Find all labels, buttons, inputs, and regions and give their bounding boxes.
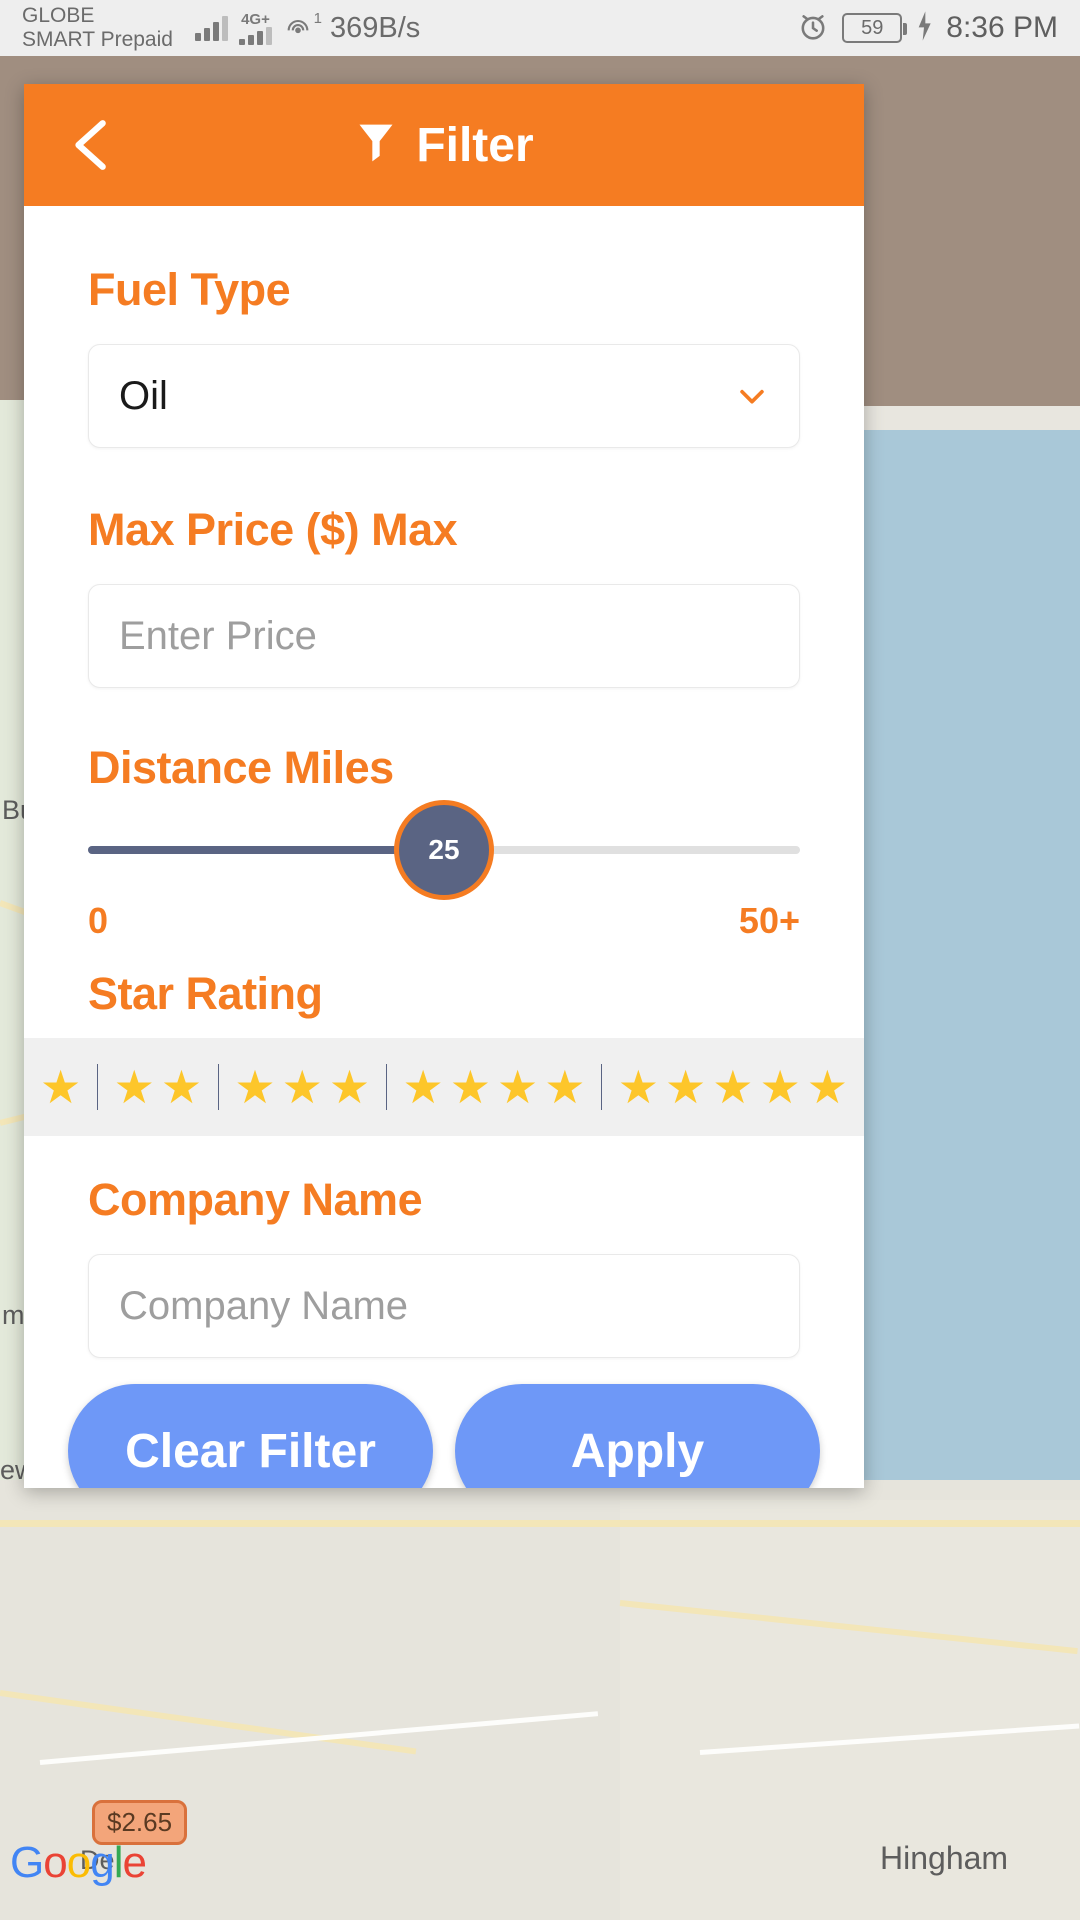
logo-letter: G: [10, 1838, 44, 1887]
status-icons-group: 4G+ 1 369B/s: [194, 10, 421, 45]
chevron-down-icon[interactable]: [735, 379, 769, 413]
page-title: Filter: [416, 118, 534, 172]
star-icon: ★: [281, 1061, 323, 1113]
network-type-label: 4G+: [241, 10, 270, 28]
star-icon: ★: [544, 1061, 586, 1113]
fuel-type-selected-value: Oil: [119, 373, 168, 418]
star-icon: ★: [617, 1061, 659, 1113]
signal-bars-sim1-icon: [194, 15, 228, 41]
charging-bolt-icon: [914, 10, 934, 47]
max-price-placeholder: Enter Price: [119, 613, 317, 658]
battery-level-label: 59: [861, 16, 884, 39]
google-logo: Google: [10, 1838, 147, 1888]
app-bar-center: Filter: [24, 118, 864, 173]
star-option-5[interactable]: ★ ★ ★ ★ ★: [602, 1064, 864, 1110]
filter-content: Fuel Type Oil Max Price ($) Max Enter Pr…: [24, 206, 864, 1488]
battery-indicator: 59: [842, 13, 908, 43]
logo-letter: g: [90, 1838, 115, 1887]
company-name-label: Company Name: [88, 1174, 423, 1225]
star-icon: ★: [40, 1061, 82, 1113]
max-price-input[interactable]: Enter Price: [88, 584, 800, 688]
star-icon: ★: [160, 1061, 203, 1113]
network-speed-label: 369B/s: [329, 11, 421, 44]
map-land-southeast: [620, 1500, 1080, 1920]
distance-slider[interactable]: 25: [88, 800, 800, 900]
slider-track-fill: [88, 846, 444, 854]
star-icon: ★: [113, 1061, 155, 1113]
slider-max-label: 50+: [738, 900, 800, 941]
section-distance: Distance Miles 25 0 50+: [24, 688, 864, 942]
slider-endpoints: 0 50+: [88, 900, 800, 942]
hotspot-count-badge: 1: [313, 10, 322, 27]
slider-thumb[interactable]: 25: [394, 800, 494, 900]
hotspot-icon: 1: [283, 10, 322, 42]
star-icon: ★: [759, 1061, 801, 1113]
section-company-name: Company Name Company Name: [24, 1136, 864, 1358]
star-icon: ★: [665, 1061, 707, 1113]
section-star-rating: Star Rating: [24, 942, 864, 1020]
star-icon: ★: [712, 1061, 754, 1113]
funnel-icon: [354, 118, 398, 173]
carrier-info: GLOBE SMART Prepaid: [22, 4, 173, 51]
company-name-placeholder: Company Name: [119, 1283, 409, 1328]
section-fuel-type: Fuel Type Oil: [24, 206, 864, 448]
star-icon: ★: [328, 1061, 371, 1113]
map-label: Hingham: [880, 1840, 1009, 1876]
clear-filter-button[interactable]: Clear Filter: [68, 1384, 433, 1488]
back-button[interactable]: [64, 114, 122, 176]
status-right-group: 59 8:36 PM: [796, 9, 1058, 48]
star-rating-label: Star Rating: [88, 968, 323, 1019]
star-icon: ★: [234, 1061, 276, 1113]
fuel-type-dropdown[interactable]: Oil: [88, 344, 800, 448]
star-icon: ★: [806, 1061, 848, 1113]
logo-letter: e: [122, 1838, 147, 1887]
section-max-price: Max Price ($) Max Enter Price: [24, 448, 864, 688]
app-bar: Filter: [24, 84, 864, 206]
carrier-name-primary: GLOBE: [22, 4, 95, 28]
slider-min-label: 0: [88, 900, 109, 941]
signal-bars-sim2-icon: 4G+: [238, 10, 272, 45]
logo-letter: o: [66, 1838, 92, 1887]
alarm-clock-icon: [796, 9, 830, 48]
logo-letter: o: [43, 1838, 68, 1887]
action-buttons: Clear Filter Apply: [24, 1384, 864, 1488]
signal-bars-inner: [238, 26, 272, 45]
star-option-1[interactable]: ★: [24, 1064, 97, 1110]
star-option-4[interactable]: ★ ★ ★ ★: [386, 1064, 601, 1110]
distance-label: Distance Miles: [88, 742, 394, 793]
star-icon: ★: [402, 1061, 444, 1113]
star-icon: ★: [449, 1061, 491, 1113]
star-rating-options: ★ ★ ★ ★ ★ ★ ★ ★ ★ ★ ★ ★ ★ ★ ★: [24, 1038, 864, 1136]
max-price-label: Max Price ($) Max: [88, 504, 458, 555]
company-name-input[interactable]: Company Name: [88, 1254, 800, 1358]
slider-value-label: 25: [428, 834, 460, 865]
star-icon: ★: [496, 1061, 539, 1113]
star-option-2[interactable]: ★ ★: [98, 1064, 219, 1110]
clock-time-label: 8:36 PM: [946, 11, 1058, 44]
fuel-type-label: Fuel Type: [88, 264, 291, 315]
map-road: [0, 1520, 1080, 1527]
map-label: m: [2, 1300, 25, 1330]
apply-button[interactable]: Apply: [455, 1384, 820, 1488]
star-option-3[interactable]: ★ ★ ★: [218, 1064, 386, 1110]
status-bar: GLOBE SMART Prepaid 4G+ 1 369B/s 59 8:36…: [0, 0, 1080, 56]
carrier-name-secondary: SMART Prepaid: [22, 28, 173, 51]
filter-dialog: Filter Fuel Type Oil Max Price ($) Max E…: [24, 84, 864, 1488]
